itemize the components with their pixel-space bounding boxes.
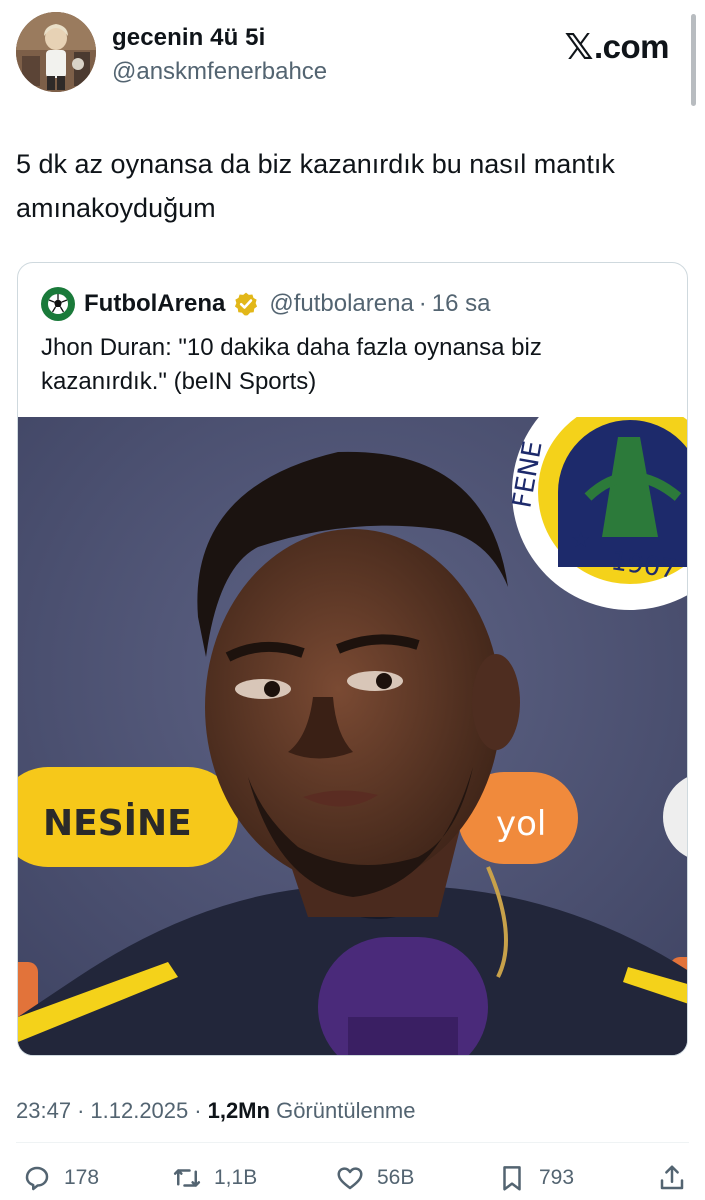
like-count: 56B — [377, 1166, 415, 1189]
quoted-tweet[interactable]: FutbolArena @futbolarena · 16 sa Jhon Du… — [17, 262, 688, 1056]
quoted-tweet-header: FutbolArena @futbolarena · 16 sa — [41, 287, 491, 321]
quoted-handle[interactable]: @futbolarena — [269, 290, 413, 318]
x-com-logo: 𝕏 .com — [564, 26, 669, 68]
quoted-tweet-text: Jhon Duran: "10 dakika daha fazla oynans… — [41, 334, 542, 395]
quoted-display-name[interactable]: FutbolArena — [84, 290, 225, 318]
bookmark-button[interactable]: 793 — [497, 1158, 574, 1198]
divider — [16, 1142, 689, 1143]
reply-icon — [25, 1166, 49, 1191]
tweet-text: 5 dk az oynansa da biz kazanırdık bu nas… — [16, 149, 615, 223]
verified-badge-icon — [235, 292, 258, 316]
scrollbar[interactable] — [691, 14, 696, 106]
x-com-text: .com — [593, 28, 670, 65]
svg-text:★: ★ — [571, 527, 591, 552]
soccer-ball-icon — [48, 294, 68, 314]
bookmark-icon — [503, 1166, 521, 1191]
tweet-meta: 23:47 · 1.12.2025 · 1,2Mn Görüntülenme — [16, 1098, 416, 1124]
sponsor-nesine: NESİNE — [18, 767, 238, 867]
reply-count: 178 — [64, 1166, 100, 1189]
meta-separator: · — [194, 1098, 202, 1123]
reply-button[interactable]: 178 — [22, 1158, 99, 1198]
user-handle[interactable]: @anskmfenerbahce — [112, 58, 327, 86]
share-button[interactable] — [657, 1158, 687, 1198]
retweet-button[interactable]: 1,1B — [172, 1158, 257, 1198]
like-button[interactable]: 56B — [335, 1158, 414, 1198]
press-conference-photo: FENE 1907 ★ NESİNE yol — [18, 417, 687, 1055]
meta-separator: · — [77, 1098, 85, 1123]
user-avatar[interactable] — [16, 12, 96, 92]
action-bar: 178 1,1B 56B 793 — [22, 1158, 687, 1198]
x-logo-icon: 𝕏 — [564, 26, 593, 67]
retweet-icon — [173, 1169, 201, 1187]
views-label[interactable]: Görüntülenme — [276, 1098, 415, 1123]
bookmark-count: 793 — [539, 1166, 575, 1189]
quoted-timestamp[interactable]: 16 sa — [432, 290, 491, 318]
tweet-date[interactable]: 1.12.2025 — [90, 1098, 188, 1123]
sponsor-right-text: yol — [496, 804, 546, 844]
quoted-media-image[interactable]: FENE 1907 ★ NESİNE yol — [18, 417, 687, 1055]
tweet-header: gecenin 4ü 5i @anskmfenerbahce 𝕏 .com — [16, 12, 689, 96]
views-count[interactable]: 1,2Mn — [208, 1098, 270, 1123]
share-icon — [660, 1165, 684, 1190]
quoted-separator: · — [418, 290, 427, 317]
tweet-time[interactable]: 23:47 — [16, 1098, 71, 1123]
heart-icon — [337, 1167, 363, 1190]
avatar-image — [16, 12, 96, 92]
quoted-avatar[interactable] — [41, 287, 75, 321]
retweet-count: 1,1B — [214, 1166, 258, 1189]
display-name[interactable]: gecenin 4ü 5i — [112, 24, 265, 52]
sponsor-left-text: NESİNE — [43, 802, 192, 844]
